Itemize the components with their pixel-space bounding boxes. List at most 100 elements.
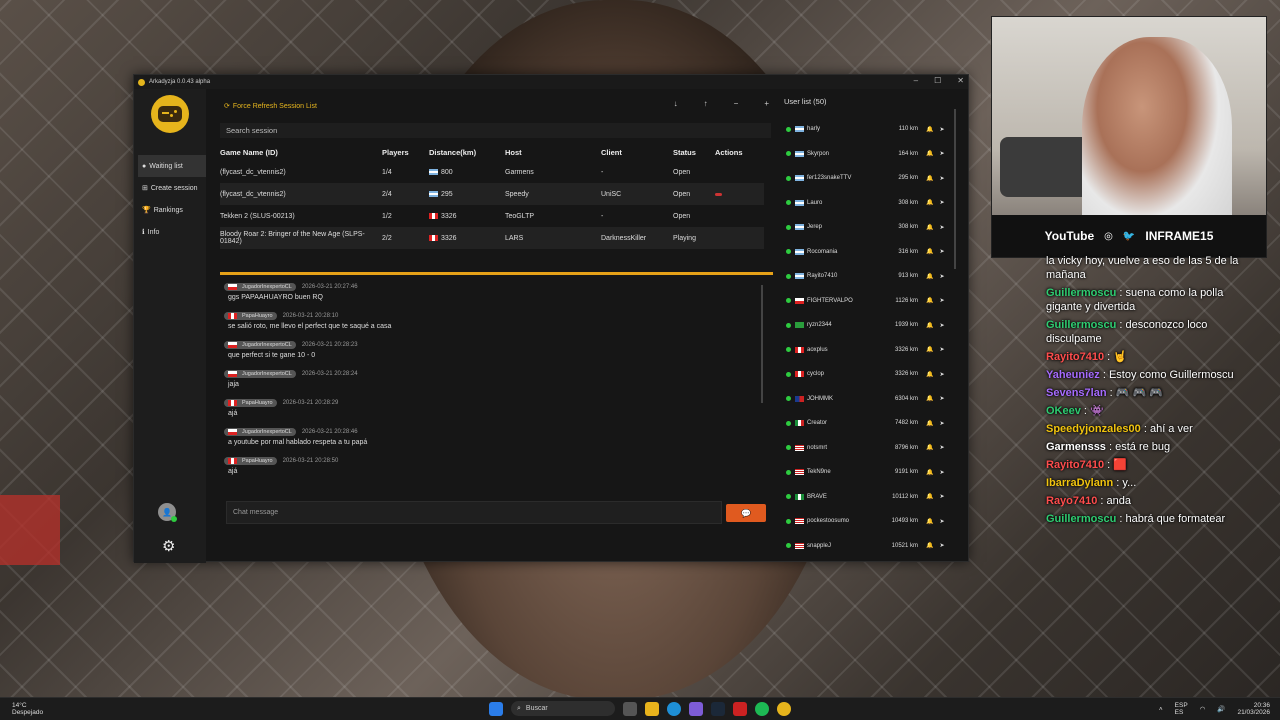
send-invite-icon[interactable]: ➤ — [936, 126, 948, 133]
task-view-icon[interactable] — [623, 701, 637, 716]
weather-widget[interactable]: 14°C Despejado — [12, 702, 43, 716]
arkadyzja-taskbar-icon[interactable] — [777, 701, 791, 716]
user-badge[interactable]: PapaHuayro — [224, 312, 277, 320]
sidebar-item-create-session[interactable]: ⊞ Create session — [138, 177, 206, 199]
user-badge[interactable]: PapaHuayro — [224, 399, 277, 407]
send-button[interactable]: 💬 — [726, 504, 766, 522]
refresh-session-button[interactable]: Force Refresh Session List — [233, 103, 317, 110]
column-header[interactable]: Distance(km) — [429, 143, 505, 161]
user-row[interactable]: snappleJ 10521 km 🔔 ➤ — [786, 534, 948, 559]
user-row[interactable]: cyclop 3326 km 🔔 ➤ — [786, 362, 948, 387]
sidebar-item-info[interactable]: ℹ Info — [138, 221, 206, 243]
bell-icon[interactable]: 🔔 — [924, 444, 936, 451]
sidebar-item-rankings[interactable]: 🏆 Rankings — [138, 199, 206, 221]
edge-icon[interactable] — [667, 701, 681, 716]
bell-icon[interactable]: 🔔 — [924, 469, 936, 476]
leave-session-icon[interactable] — [715, 192, 722, 196]
send-invite-icon[interactable]: ➤ — [936, 273, 948, 280]
send-invite-icon[interactable]: ➤ — [936, 469, 948, 476]
send-invite-icon[interactable]: ➤ — [936, 297, 948, 304]
maximize-button[interactable]: ☐ — [934, 75, 941, 87]
send-invite-icon[interactable]: ➤ — [936, 248, 948, 255]
bell-icon[interactable]: 🔔 — [924, 150, 936, 157]
user-list-scrollbar[interactable] — [954, 109, 956, 269]
steam-icon[interactable] — [711, 701, 725, 716]
column-header[interactable]: Game Name (ID) — [220, 143, 382, 161]
bell-icon[interactable]: 🔔 — [924, 542, 936, 549]
bell-icon[interactable]: 🔔 — [924, 420, 936, 427]
send-invite-icon[interactable]: ➤ — [936, 518, 948, 525]
user-row[interactable]: Skyrpon 164 km 🔔 ➤ — [786, 142, 948, 167]
send-invite-icon[interactable]: ➤ — [936, 199, 948, 206]
user-row[interactable]: fer123snakeTTV 295 km 🔔 ➤ — [786, 166, 948, 191]
user-row[interactable]: FIGHTERVALPO 1126 km 🔔 ➤ — [786, 289, 948, 314]
bell-icon[interactable]: 🔔 — [924, 322, 936, 329]
windows-start-icon[interactable] — [489, 701, 503, 716]
send-invite-icon[interactable]: ➤ — [936, 150, 948, 157]
arrow-down-icon[interactable]: ↓ — [674, 99, 678, 108]
close-button[interactable]: ✕ — [957, 75, 964, 87]
send-invite-icon[interactable]: ➤ — [936, 493, 948, 500]
bell-icon[interactable]: 🔔 — [924, 371, 936, 378]
send-invite-icon[interactable]: ➤ — [936, 322, 948, 329]
bell-icon[interactable]: 🔔 — [924, 493, 936, 500]
user-row[interactable]: JOHMMK 6304 km 🔔 ➤ — [786, 387, 948, 412]
obs-icon[interactable] — [689, 701, 703, 716]
user-row[interactable]: Rayito7410 913 km 🔔 ➤ — [786, 264, 948, 289]
wifi-icon[interactable]: ◠ — [1200, 706, 1206, 713]
send-invite-icon[interactable]: ➤ — [936, 224, 948, 231]
gear-icon[interactable]: ⚙ — [162, 537, 175, 555]
send-invite-icon[interactable]: ➤ — [936, 175, 948, 182]
taskbar-search[interactable]: ⌕ Buscar — [511, 701, 615, 716]
tray-chevron-icon[interactable]: ˄ — [1159, 706, 1163, 713]
user-badge[interactable]: JugadorInexpertoCL — [224, 341, 296, 349]
user-badge[interactable]: JugadorInexpertoCL — [224, 428, 296, 436]
bell-icon[interactable]: 🔔 — [924, 273, 936, 280]
user-row[interactable]: Lauro 308 km 🔔 ➤ — [786, 191, 948, 216]
chat-input[interactable]: Chat message — [226, 501, 722, 524]
user-row[interactable]: notsmrt 8796 km 🔔 ➤ — [786, 436, 948, 461]
volume-icon[interactable]: 🔊 — [1217, 706, 1225, 713]
user-row[interactable]: Creator 7482 km 🔔 ➤ — [786, 411, 948, 436]
arrow-up-icon[interactable]: ↑ — [704, 99, 708, 108]
send-invite-icon[interactable]: ➤ — [936, 371, 948, 378]
sidebar-item-waiting-list[interactable]: ● Waiting list — [138, 155, 206, 177]
column-header[interactable]: Host — [505, 143, 601, 161]
bell-icon[interactable]: 🔔 — [924, 518, 936, 525]
chat-scrollbar[interactable] — [761, 285, 763, 403]
user-row[interactable]: Rocomania 316 km 🔔 ➤ — [786, 240, 948, 265]
bell-icon[interactable]: 🔔 — [924, 297, 936, 304]
user-row[interactable]: aoxplus 3326 km 🔔 ➤ — [786, 338, 948, 363]
column-header[interactable]: Players — [382, 143, 429, 161]
clock[interactable]: 20:36 21/03/2026 — [1237, 702, 1270, 716]
send-invite-icon[interactable]: ➤ — [936, 542, 948, 549]
spotify-icon[interactable] — [755, 701, 769, 716]
send-invite-icon[interactable]: ➤ — [936, 420, 948, 427]
user-badge[interactable]: JugadorInexpertoCL — [224, 283, 296, 291]
avatar[interactable]: 👤 — [158, 503, 177, 522]
user-row[interactable]: BRAVE 10112 km 🔔 ➤ — [786, 485, 948, 510]
bell-icon[interactable]: 🔔 — [924, 395, 936, 402]
app-icon-red[interactable] — [733, 701, 747, 716]
user-row[interactable]: harly 110 km 🔔 ➤ — [786, 117, 948, 142]
table-row[interactable]: (flycast_dc_vtennis2) 2/4 295 Speedy UniSC Op… — [220, 183, 764, 205]
column-header[interactable]: Client — [601, 143, 673, 161]
minus-icon[interactable]: − — [734, 99, 739, 108]
send-invite-icon[interactable]: ➤ — [936, 395, 948, 402]
column-header[interactable]: Status — [673, 143, 715, 161]
minimize-button[interactable]: – — [914, 75, 918, 87]
bell-icon[interactable]: 🔔 — [924, 199, 936, 206]
table-row[interactable]: Bloody Roar 2: Bringer of the New Age (S… — [220, 227, 764, 249]
file-explorer-icon[interactable] — [645, 701, 659, 716]
send-invite-icon[interactable]: ➤ — [936, 346, 948, 353]
plus-icon[interactable]: + — [764, 99, 769, 108]
user-row[interactable]: pockestoosumo 10493 km 🔔 ➤ — [786, 509, 948, 534]
bell-icon[interactable]: 🔔 — [924, 346, 936, 353]
user-badge[interactable]: JugadorInexpertoCL — [224, 370, 296, 378]
user-row[interactable]: Jerep 308 km 🔔 ➤ — [786, 215, 948, 240]
bell-icon[interactable]: 🔔 — [924, 248, 936, 255]
bell-icon[interactable]: 🔔 — [924, 175, 936, 182]
bell-icon[interactable]: 🔔 — [924, 224, 936, 231]
send-invite-icon[interactable]: ➤ — [936, 444, 948, 451]
table-row[interactable]: Tekken 2 (SLUS-00213) 1/2 3326 TeoGLTP - Open — [220, 205, 764, 227]
